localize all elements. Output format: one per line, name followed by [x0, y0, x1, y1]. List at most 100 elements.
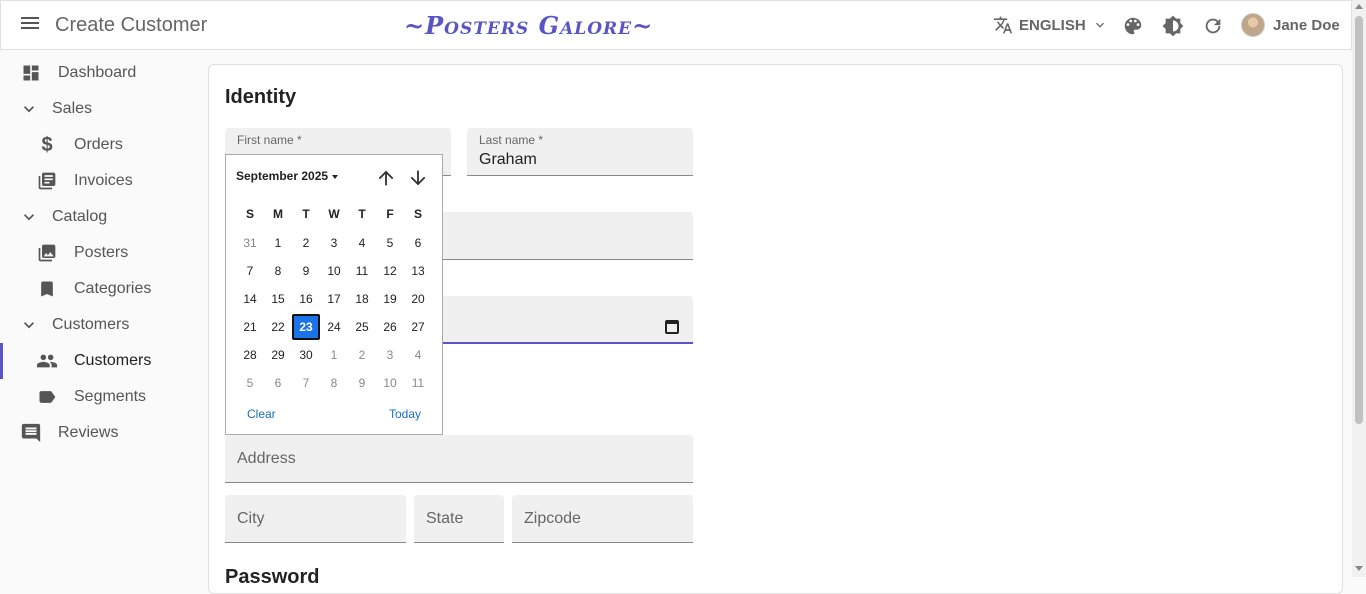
sidebar-item-label: Customers — [52, 316, 130, 333]
city-field[interactable]: City — [225, 495, 406, 543]
calendar-day[interactable]: 30 — [292, 342, 320, 368]
previous-month-icon[interactable] — [375, 167, 397, 189]
calendar-day[interactable]: 19 — [376, 286, 404, 312]
sidebar-item-dashboard[interactable]: Dashboard — [20, 55, 136, 91]
month-selector[interactable]: September 2025 — [236, 169, 338, 183]
sidebar-item-segments[interactable]: Segments — [36, 379, 146, 415]
calendar-day[interactable]: 18 — [348, 286, 376, 312]
calendar-day[interactable]: 11 — [348, 258, 376, 284]
selected-day[interactable]: 23 — [292, 314, 320, 340]
sidebar-item-label: Orders — [74, 136, 123, 153]
weekday-header: W — [328, 207, 340, 221]
calendar-day[interactable]: 9 — [348, 370, 376, 396]
calendar-day[interactable]: 1 — [320, 342, 348, 368]
calendar-day[interactable]: 28 — [236, 342, 264, 368]
weekday-header: S — [245, 207, 254, 221]
calendar-day[interactable]: 11 — [404, 370, 432, 396]
calendar-day[interactable]: 12 — [376, 258, 404, 284]
calendar-day[interactable]: 4 — [404, 342, 432, 368]
weekday-header: S — [413, 207, 422, 221]
refresh-icon[interactable] — [1202, 15, 1224, 37]
sidebar-item-categories[interactable]: Categories — [36, 271, 151, 307]
palette-icon[interactable] — [1122, 15, 1144, 37]
chevron-down-icon — [18, 98, 40, 120]
chevron-down-icon — [1095, 22, 1104, 28]
calendar-day[interactable]: 14 — [236, 286, 264, 312]
calendar-day[interactable]: 16 — [292, 286, 320, 312]
scroll-thumb[interactable] — [1355, 16, 1363, 424]
calendar-day[interactable]: 8 — [264, 258, 292, 284]
sidebar-item-label: Catalog — [52, 208, 108, 225]
next-month-icon[interactable] — [407, 167, 429, 189]
sidebar-item-customers[interactable]: Customers — [36, 343, 151, 379]
last-name-field[interactable]: Last name * Graham — [467, 128, 693, 176]
calendar-day[interactable]: 6 — [404, 230, 432, 256]
calendar-day[interactable]: 31 — [236, 230, 264, 256]
language-label: ENGLISH — [1019, 16, 1086, 34]
calendar-day[interactable]: 24 — [320, 314, 348, 340]
state-placeholder: State — [426, 510, 464, 527]
calendar-day[interactable]: 27 — [404, 314, 432, 340]
calendar-day[interactable]: 5 — [236, 370, 264, 396]
calendar-day[interactable]: 25 — [348, 314, 376, 340]
image-icon — [36, 242, 58, 264]
today-button[interactable]: Today — [389, 407, 421, 421]
calendar-day[interactable]: 10 — [320, 258, 348, 284]
calendar-day[interactable]: 3 — [320, 230, 348, 256]
calendar-day[interactable]: 4 — [348, 230, 376, 256]
calendar-day[interactable]: 7 — [292, 370, 320, 396]
calendar-day[interactable]: 2 — [292, 230, 320, 256]
sidebar-group-sales[interactable]: Sales — [18, 91, 92, 127]
calendar-day[interactable]: 29 — [264, 342, 292, 368]
bookmark-icon — [36, 278, 58, 300]
zipcode-field[interactable]: Zipcode — [512, 495, 693, 543]
calendar-day[interactable]: 7 — [236, 258, 264, 284]
scroll-down-arrow[interactable] — [1355, 566, 1363, 571]
last-name-label: Last name * — [479, 133, 544, 147]
calendar-icon[interactable] — [665, 320, 679, 334]
calendar-day[interactable]: 8 — [320, 370, 348, 396]
calendar-day[interactable]: 1 — [264, 230, 292, 256]
calendar-day[interactable]: 20 — [404, 286, 432, 312]
clear-button[interactable]: Clear — [247, 407, 276, 421]
calendar-day[interactable]: 3 — [376, 342, 404, 368]
sidebar-item-reviews[interactable]: Reviews — [20, 415, 118, 451]
sidebar-group-catalog[interactable]: Catalog — [18, 199, 107, 235]
language-selector[interactable]: ENGLISH — [993, 15, 1108, 35]
calendar-day[interactable]: 9 — [292, 258, 320, 284]
section-title-identity: Identity — [225, 86, 297, 108]
calendar-day[interactable]: 21 — [236, 314, 264, 340]
active-indicator — [0, 343, 3, 379]
sidebar-item-invoices[interactable]: Invoices — [36, 163, 133, 199]
avatar — [1241, 13, 1265, 37]
calendar-day[interactable]: 5 — [376, 230, 404, 256]
address-placeholder: Address — [237, 450, 296, 467]
menu-icon[interactable] — [19, 14, 41, 36]
sidebar-group-customers[interactable]: Customers — [18, 307, 129, 343]
address-field[interactable]: Address — [225, 435, 693, 483]
state-field[interactable]: State — [414, 495, 504, 543]
calendar-day[interactable]: 13 — [404, 258, 432, 284]
sidebar-item-label: Segments — [74, 388, 147, 405]
calendar-day[interactable]: 15 — [264, 286, 292, 312]
scrollbar[interactable] — [1352, 0, 1366, 577]
page-title: Create Customer — [55, 14, 208, 36]
sidebar-item-posters[interactable]: Posters — [36, 235, 128, 271]
theme-toggle-icon[interactable] — [1162, 15, 1184, 37]
calendar-day[interactable]: 22 — [264, 314, 292, 340]
user-menu[interactable]: Jane Doe — [1241, 13, 1340, 37]
scroll-up-arrow[interactable] — [1355, 4, 1363, 9]
calendar-day[interactable]: 17 — [320, 286, 348, 312]
calendar-day[interactable]: 26 — [376, 314, 404, 340]
calendar-day[interactable]: 2 — [348, 342, 376, 368]
sidebar-item-label: Categories — [74, 280, 152, 297]
date-picker-popup: September 2025 Clear Today S M T W T F S 31 1 2 3 4… — [225, 154, 443, 435]
translate-icon — [993, 16, 1013, 34]
user-name: Jane Doe — [1273, 16, 1340, 34]
calendar-day[interactable]: 6 — [264, 370, 292, 396]
zipcode-placeholder: Zipcode — [524, 510, 581, 527]
calendar-day[interactable]: 10 — [376, 370, 404, 396]
sidebar-item-label: Sales — [52, 100, 93, 117]
sidebar-item-orders[interactable]: $ Orders — [36, 127, 123, 163]
chevron-down-icon — [18, 314, 40, 336]
